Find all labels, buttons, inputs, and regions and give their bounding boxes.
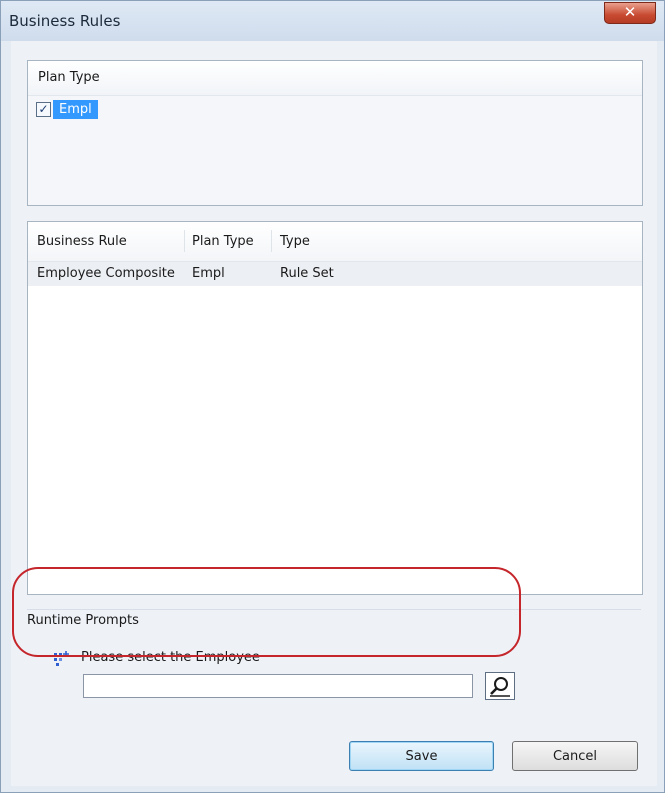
runtime-prompts-title: Runtime Prompts [27, 613, 139, 628]
close-button[interactable]: ✕ [604, 2, 656, 24]
member-selection-icon [54, 651, 69, 666]
column-header-plan-type[interactable]: Plan Type [192, 222, 254, 261]
table-row[interactable]: Employee Composite Empl Rule Set [28, 262, 642, 286]
business-rules-table: Business Rule Plan Type Type Employee Co… [27, 221, 643, 595]
column-divider [184, 230, 185, 252]
save-button[interactable]: Save [349, 741, 494, 771]
runtime-prompts-panel: Runtime Prompts Please select the Employ… [27, 609, 641, 724]
magnifier-icon [490, 677, 510, 697]
cell-business-rule: Employee Composite [37, 266, 175, 281]
window-title: Business Rules [9, 12, 121, 30]
business-rules-dialog: Business Rules ✕ Plan Type ✓ Empl Busine… [0, 0, 665, 793]
plan-type-header: Plan Type [28, 61, 642, 96]
cancel-button[interactable]: Cancel [512, 741, 638, 771]
plan-type-checkbox[interactable]: ✓ [36, 102, 51, 117]
title-bar[interactable]: Business Rules ✕ [1, 1, 664, 41]
plan-type-label: Empl [53, 100, 98, 119]
close-icon: ✕ [623, 3, 637, 21]
column-divider [271, 230, 272, 252]
column-header-type[interactable]: Type [280, 222, 310, 261]
plan-type-list: ✓ Empl [28, 96, 642, 205]
dialog-body: Plan Type ✓ Empl Business Rule Plan Type… [11, 41, 657, 786]
plan-type-panel: Plan Type ✓ Empl [27, 60, 643, 206]
cell-plan-type: Empl [192, 266, 225, 281]
table-header: Business Rule Plan Type Type [28, 222, 642, 262]
prompt-label: Please select the Employee [81, 650, 260, 665]
member-lookup-button[interactable] [485, 672, 515, 700]
cell-type: Rule Set [280, 266, 334, 281]
column-header-business-rule[interactable]: Business Rule [37, 222, 127, 261]
employee-input[interactable] [83, 674, 473, 698]
